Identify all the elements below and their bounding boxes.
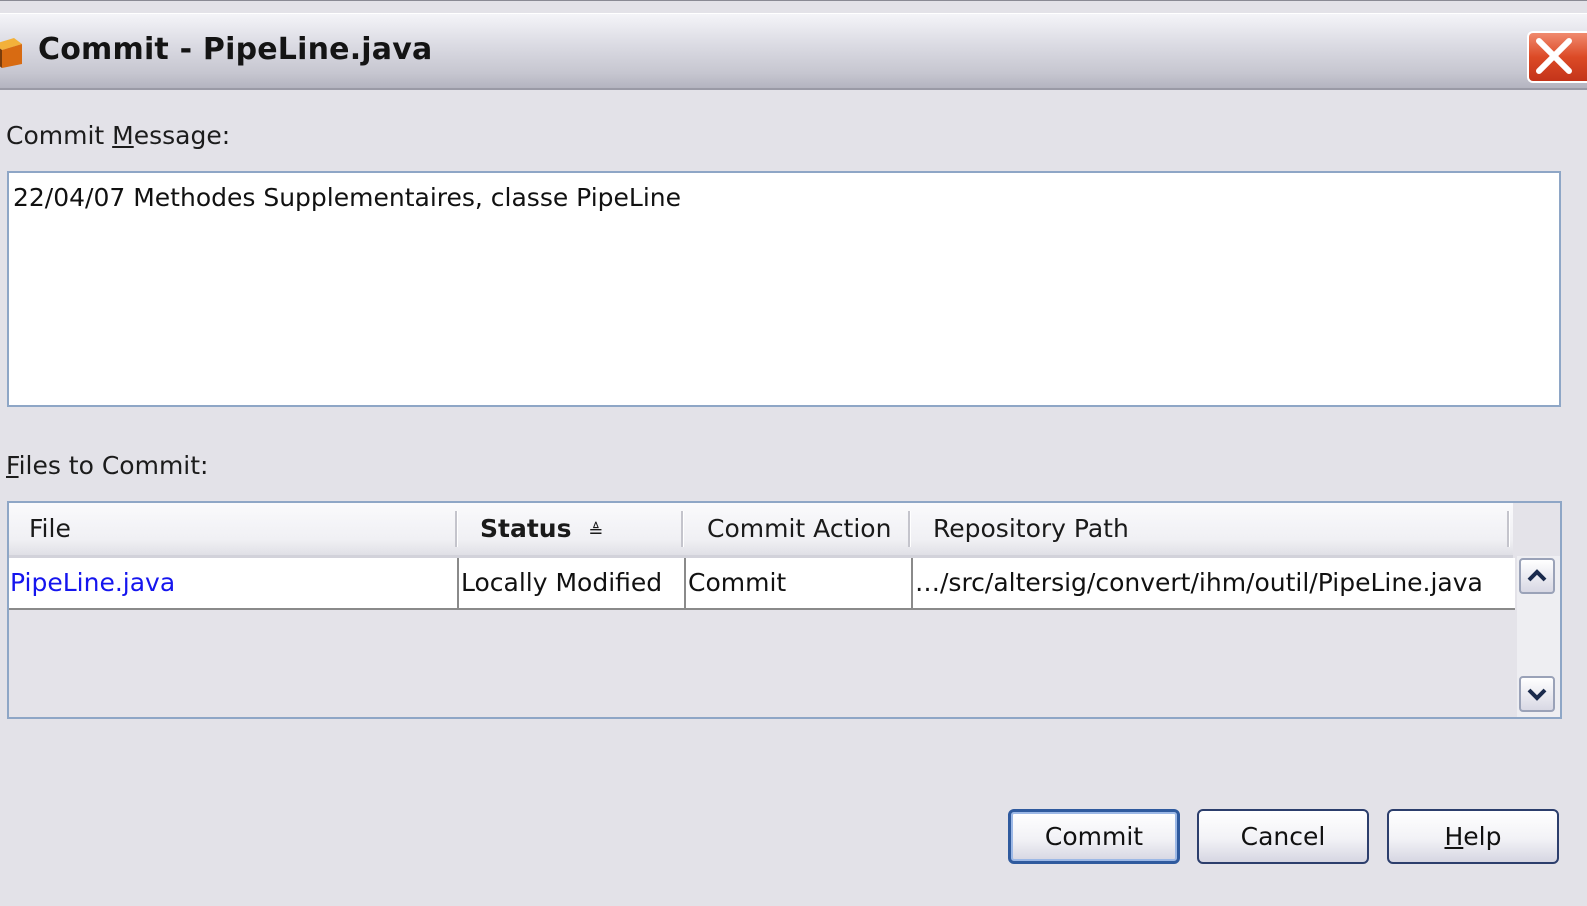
commit-button[interactable]: Commit (1008, 809, 1180, 864)
file-name-cell[interactable]: PipeLine.java (10, 558, 455, 608)
help-mnemonic: H (1444, 821, 1464, 851)
close-x-icon (1536, 38, 1572, 74)
column-header-status-label: Status (480, 514, 572, 543)
cell-divider (684, 558, 686, 608)
chevron-down-icon (1527, 688, 1547, 701)
column-divider[interactable] (908, 511, 911, 547)
column-divider[interactable] (1507, 511, 1510, 547)
files-to-commit-label: Files to Commit: (6, 451, 209, 480)
column-divider[interactable] (455, 511, 458, 547)
commit-message-input[interactable]: 22/04/07 Methodes Supplementaires, class… (7, 171, 1561, 407)
table-row[interactable]: PipeLine.java Locally Modified Commit …/… (9, 558, 1515, 610)
title-bar[interactable]: Commit - PipeLine.java (0, 13, 1587, 90)
table-scrollbar[interactable] (1517, 556, 1560, 717)
help-button[interactable]: Help (1387, 809, 1559, 864)
cell-divider (457, 558, 459, 608)
chevron-up-icon (1527, 569, 1547, 582)
column-header-commit-action[interactable]: Commit Action (707, 503, 891, 555)
column-header-file[interactable]: File (29, 503, 71, 555)
column-divider[interactable] (681, 511, 684, 547)
repository-path-cell: …/src/altersig/convert/ihm/outil/PipeLin… (915, 568, 1483, 597)
cancel-button[interactable]: Cancel (1197, 809, 1369, 864)
sort-ascending-icon: ≜ (588, 521, 604, 542)
help-label: elp (1463, 821, 1502, 851)
column-header-status[interactable]: Status ≜ (480, 503, 603, 555)
commit-message-label: Commit Message: (6, 121, 231, 150)
files-table: File Status ≜ Commit Action Repository P… (7, 501, 1562, 719)
column-header-repository-path[interactable]: Repository Path (933, 503, 1129, 555)
commit-action-cell[interactable]: Commit (688, 558, 910, 608)
netbeans-cube-icon (0, 38, 22, 68)
scroll-up-button[interactable] (1519, 558, 1555, 594)
commit-message-text: 22/04/07 Methodes Supplementaires, class… (13, 183, 682, 212)
commit-dialog: Commit - PipeLine.java Commit Message: 2… (0, 0, 1587, 906)
window-title: Commit - PipeLine.java (38, 32, 433, 67)
cell-divider (911, 558, 913, 608)
scroll-down-button[interactable] (1519, 676, 1555, 712)
close-button[interactable] (1527, 31, 1587, 83)
status-cell: Locally Modified (461, 568, 663, 597)
table-header: File Status ≜ Commit Action Repository P… (9, 503, 1513, 558)
